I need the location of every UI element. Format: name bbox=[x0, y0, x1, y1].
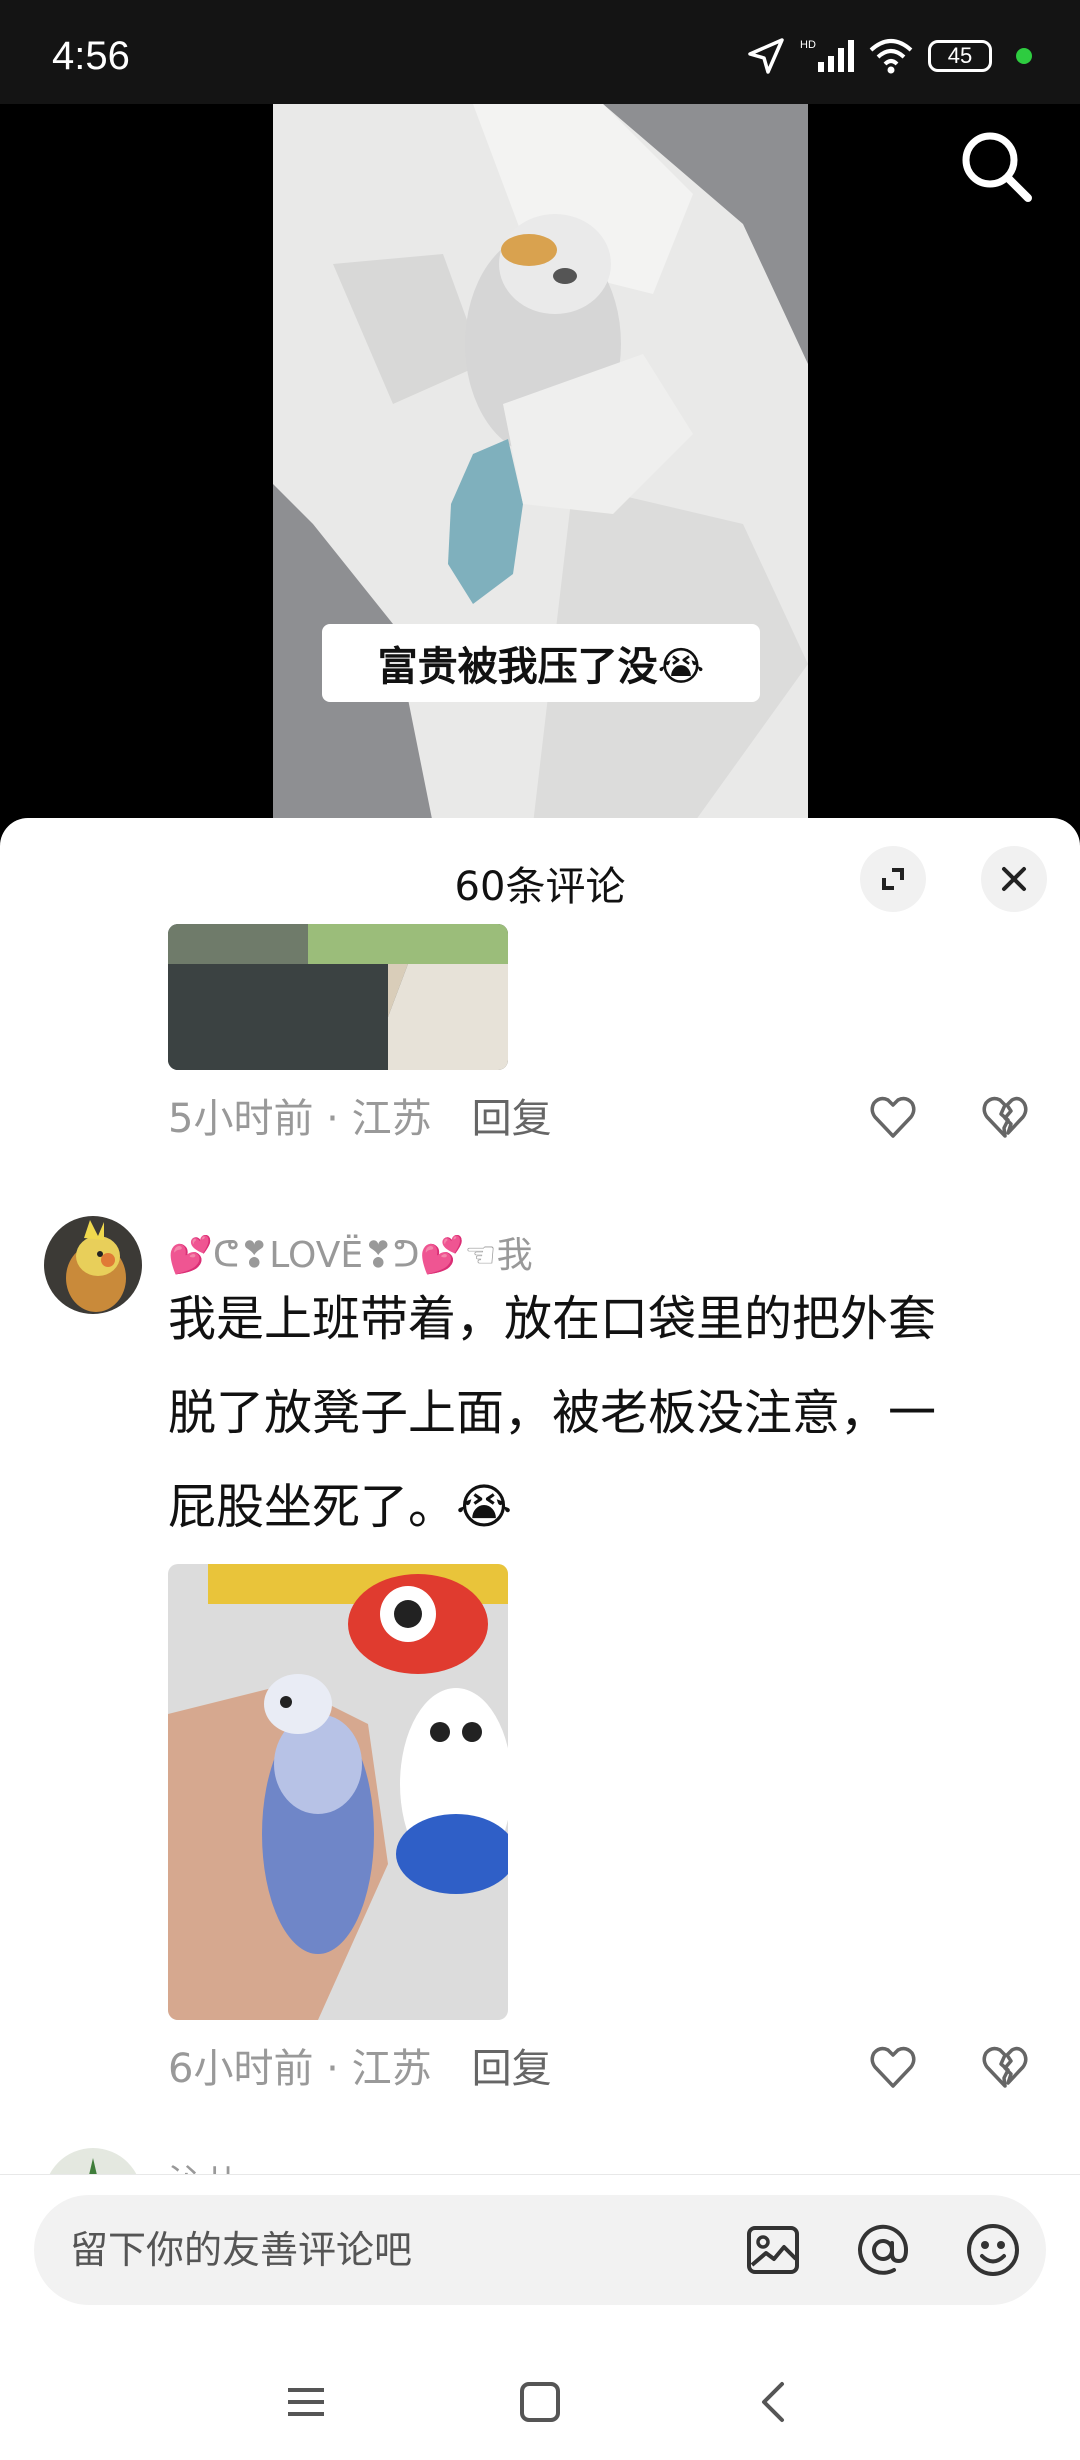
comment-text-line: 屁股坐死了。😭 bbox=[168, 1479, 513, 1535]
comment-time-location: 6小时前 · 江苏 bbox=[168, 2046, 432, 2092]
back-icon[interactable] bbox=[744, 2372, 804, 2432]
video-player[interactable]: 富贵被我压了没😭 bbox=[0, 104, 1080, 824]
broken-heart-icon[interactable] bbox=[980, 1092, 1030, 1142]
heart-icon[interactable] bbox=[868, 1092, 918, 1142]
comment-text-line: 脱了放凳子上面，被老板没注意，一 bbox=[168, 1385, 937, 1441]
comment-time-location: 5小时前 · 江苏 bbox=[168, 1096, 432, 1142]
privacy-dot bbox=[1016, 48, 1032, 64]
comment-image[interactable] bbox=[168, 924, 508, 1070]
avatar[interactable] bbox=[44, 2148, 142, 2174]
broken-heart-icon[interactable] bbox=[980, 2042, 1030, 2092]
reply-button[interactable]: 回复 bbox=[472, 2046, 552, 2092]
svg-text:HD: HD bbox=[800, 39, 816, 51]
comment-image[interactable] bbox=[168, 1564, 508, 2020]
image-icon[interactable] bbox=[744, 2221, 802, 2279]
comment-input-bar bbox=[0, 2174, 1080, 2342]
comment-meta: 6小时前 · 江苏 回复 bbox=[168, 2036, 552, 2094]
emoji-icon[interactable] bbox=[964, 2221, 1022, 2279]
comment-text-line: 我是上班带着，放在口袋里的把外套 bbox=[168, 1291, 937, 1347]
comments-sheet: 60条评论 5小时前 · 江苏 回复 💕ᕦ❣LOVË❣ᕤ💕☜我 我是上班带着，放… bbox=[0, 818, 1080, 2460]
heart-icon[interactable] bbox=[868, 2042, 918, 2092]
comment-input-container[interactable] bbox=[34, 2195, 1046, 2305]
reply-button[interactable]: 回复 bbox=[472, 1096, 552, 1142]
comment-input[interactable] bbox=[70, 2195, 690, 2305]
avatar[interactable] bbox=[44, 1216, 142, 1314]
video-frame[interactable] bbox=[273, 104, 808, 824]
avatar-image bbox=[44, 2148, 142, 2174]
close-button[interactable] bbox=[981, 846, 1047, 912]
battery-indicator: 45 bbox=[928, 40, 992, 72]
mention-icon[interactable] bbox=[854, 2221, 912, 2279]
comment-photo-2 bbox=[168, 1564, 508, 2020]
video-still-image bbox=[273, 104, 808, 824]
wifi-icon bbox=[869, 39, 913, 74]
status-bar: 4:56 HD 45 bbox=[0, 0, 1080, 104]
video-caption: 富贵被我压了没😭 bbox=[322, 624, 760, 702]
comment-meta: 5小时前 · 江苏 回复 bbox=[168, 1086, 552, 1144]
expand-button[interactable] bbox=[860, 846, 926, 912]
status-icons: HD 45 bbox=[746, 36, 1032, 76]
close-icon bbox=[1002, 867, 1026, 891]
avatar-image bbox=[44, 1216, 142, 1314]
home-icon[interactable] bbox=[510, 2372, 570, 2432]
comment-text: 我是上班带着，放在口袋里的把外套 脱了放凳子上面，被老板没注意，一 屁股坐死了。… bbox=[168, 1272, 1038, 1554]
location-icon bbox=[748, 38, 784, 74]
signal-icon: HD bbox=[800, 39, 854, 72]
status-time: 4:56 bbox=[52, 34, 130, 78]
comment-username[interactable]: 💕ᕦ❣LOVË❣ᕤ💕☜我 bbox=[168, 1226, 533, 1278]
comments-list[interactable]: 5小时前 · 江苏 回复 💕ᕦ❣LOVË❣ᕤ💕☜我 我是上班带着，放在口袋里的把外… bbox=[0, 924, 1080, 2174]
expand-icon bbox=[882, 868, 904, 890]
search-icon[interactable] bbox=[956, 126, 1036, 206]
comment-photo-1 bbox=[168, 924, 508, 1070]
menu-icon[interactable] bbox=[276, 2372, 336, 2432]
comment-username[interactable]: 沁儿 bbox=[168, 2154, 240, 2174]
system-nav-bar bbox=[0, 2342, 1080, 2460]
